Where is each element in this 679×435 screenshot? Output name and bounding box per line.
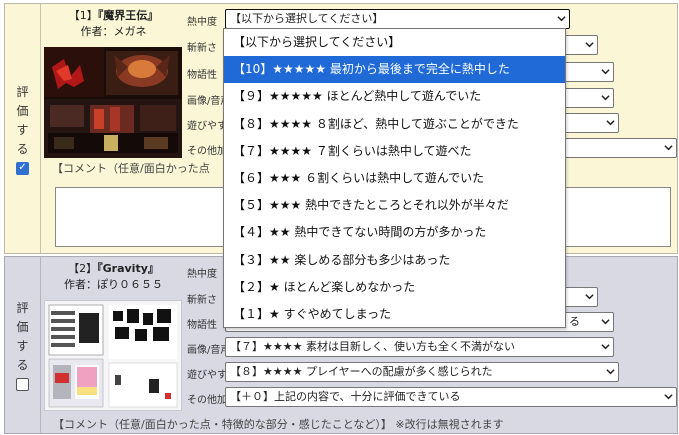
game-name: 『Gravity』 bbox=[97, 262, 159, 275]
chevron-down-icon bbox=[601, 69, 610, 75]
dropdown-option[interactable]: 【７】★★★★ ７割くらいは熱中して遊べた bbox=[224, 138, 565, 165]
rating-row-excitement: 熱中度 【以下から選択してください】 bbox=[187, 8, 677, 30]
select-value: 【以下から選択してください】 bbox=[230, 12, 384, 25]
check-icon: ✓ bbox=[18, 162, 27, 173]
excitement-dropdown-list[interactable]: 【以下から選択してください】 【10】★★★★★ 最初から最後まで完全に熱中した… bbox=[223, 28, 566, 328]
eval-label-char: す bbox=[16, 339, 29, 353]
dropdown-option[interactable]: 【以下から選択してください】 bbox=[224, 29, 565, 56]
game-screenshot-image bbox=[45, 301, 181, 410]
evaluate-checkbox[interactable]: ✓ bbox=[16, 161, 29, 175]
evaluate-toggle[interactable]: 評 価 す る ✓ bbox=[5, 4, 41, 253]
excitement-select[interactable]: 【以下から選択してください】 bbox=[225, 9, 570, 29]
chevron-down-icon bbox=[606, 120, 615, 126]
game-author: 作者：メガネ bbox=[80, 25, 147, 38]
dropdown-option-selected[interactable]: 【10】★★★★★ 最初から最後まで完全に熱中した bbox=[224, 56, 565, 84]
game-screenshot[interactable] bbox=[44, 47, 182, 158]
chevron-down-icon bbox=[601, 344, 610, 350]
game-number: 【2】 bbox=[68, 262, 98, 275]
bonus-select[interactable]: 【＋０】上記の内容で、十分に評価できている bbox=[225, 387, 677, 407]
rating-row-playability: 遊びやすさ 【８】★★★★ プレイヤーへの配慮が多く感じられた bbox=[187, 361, 677, 383]
chevron-down-icon bbox=[557, 16, 566, 22]
eval-label-char: 価 bbox=[16, 103, 29, 118]
game-info: 【2】『Gravity』 作者：ぽり０６５５ bbox=[42, 257, 185, 411]
evaluate-toggle[interactable]: 評 価 す る bbox=[5, 257, 41, 433]
game-info: 【1】『魔界王伝』 作者：メガネ bbox=[42, 4, 185, 158]
select-value: 【８】★★★★ プレイヤーへの配慮が多く感じられた bbox=[230, 365, 493, 378]
dropdown-option[interactable]: 【６】★★★ ６割くらいは熱中して遊んでいた bbox=[224, 165, 565, 192]
chevron-down-icon bbox=[664, 394, 673, 400]
game-screenshot-image bbox=[44, 47, 182, 158]
chevron-down-icon bbox=[606, 369, 615, 375]
comment-label: 【コメント（任意/面白かった点・特徴的な部分・感じたことなど）】 ※改行は無視さ… bbox=[53, 418, 504, 431]
game-name: 『魔界王伝』 bbox=[97, 9, 159, 22]
dropdown-option[interactable]: 【３】★★ 楽しめる部分も多少はあった bbox=[224, 247, 565, 274]
eval-label-char: す bbox=[16, 122, 29, 137]
chevron-down-icon bbox=[585, 42, 594, 48]
rating-row-graphics-sound: 画像/音声 【７】★★★★ 素材は目新しく、使い方も全く不満がない bbox=[187, 336, 677, 358]
dropdown-option[interactable]: 【４】★★ 熱中できてない時間の方が多かった bbox=[224, 219, 565, 246]
rating-row-bonus: その他加点 【＋０】上記の内容で、十分に評価できている bbox=[187, 386, 677, 408]
graphics-sound-select[interactable]: 【７】★★★★ 素材は目新しく、使い方も全く不満がない bbox=[225, 337, 614, 357]
dropdown-option[interactable]: 【５】★★★ 熱中できたところとそれ以外が半々だ bbox=[224, 192, 565, 219]
eval-label-char: 評 bbox=[16, 84, 29, 99]
evaluate-checkbox[interactable] bbox=[16, 378, 29, 391]
eval-label-char: 評 bbox=[16, 301, 29, 315]
game-author: 作者：ぽり０６５５ bbox=[64, 278, 163, 291]
select-value: 【＋０】上記の内容で、十分に評価できている bbox=[230, 390, 461, 403]
dropdown-option[interactable]: 【８】★★★★ ８割ほど、熱中して遊ぶことができた bbox=[224, 111, 565, 138]
game-title: 【1】『魔界王伝』 bbox=[42, 9, 185, 23]
dropdown-option[interactable]: 【２】★ ほとんど楽しめなかった bbox=[224, 274, 565, 301]
select-value: る bbox=[569, 315, 580, 328]
eval-label-char: 価 bbox=[16, 320, 29, 334]
chevron-down-icon bbox=[664, 145, 673, 151]
chevron-down-icon bbox=[585, 294, 594, 300]
eval-label-char: る bbox=[16, 141, 29, 156]
dropdown-option[interactable]: 【１】★ すぐやめてしまった bbox=[224, 301, 565, 328]
playability-select[interactable]: 【８】★★★★ プレイヤーへの配慮が多く感じられた bbox=[225, 362, 619, 382]
eval-label-char: る bbox=[16, 358, 29, 372]
game-screenshot[interactable] bbox=[44, 300, 182, 411]
select-value: 【７】★★★★ 素材は目新しく、使い方も全く不満がない bbox=[230, 340, 515, 353]
chevron-down-icon bbox=[601, 95, 610, 101]
game-number: 【1】 bbox=[68, 9, 98, 22]
dropdown-option[interactable]: 【９】★★★★★ ほとんど熱中して遊んでいた bbox=[224, 83, 565, 110]
chevron-down-icon bbox=[601, 319, 610, 325]
game-title: 【2】『Gravity』 bbox=[42, 262, 185, 276]
